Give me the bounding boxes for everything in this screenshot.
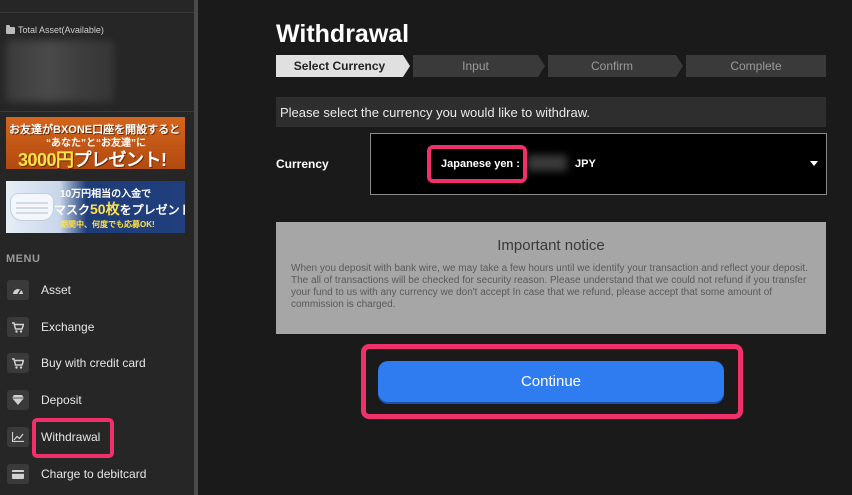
important-notice: Important notice When you deposit with b… [276,222,826,334]
currency-label: Currency [276,157,329,171]
mask-banner-line2: マスク50枚をプレゼント! [54,199,185,219]
sidebar-item-label: Asset [41,283,72,297]
chart-icon [7,427,29,447]
step-confirm: Confirm [548,55,676,77]
currency-highlight-box [427,145,527,183]
step-chevron [676,55,683,77]
mask-banner-count: 50枚 [90,201,120,217]
card-icon [7,464,29,484]
continue-button[interactable]: Continue [378,361,724,402]
step-complete: Complete [686,55,826,77]
sidebar-item-label: Exchange [41,320,95,334]
mask-icon [10,193,54,221]
mask-banner-line2c: をプレゼント! [119,203,185,217]
currency-selected-code: JPY [575,158,596,170]
step-select-currency: Select Currency [276,55,403,77]
step-chevron [538,55,545,77]
referral-suffix: プレゼント! [73,150,168,169]
speedometer-icon [7,280,29,300]
notice-title: Important notice [497,237,605,254]
sidebar-border [194,0,198,495]
sidebar-item-label: Deposit [41,393,82,407]
sidebar-item-buy-credit-card[interactable]: Buy with credit card [0,348,194,378]
referral-amount: 3000円 [18,150,74,169]
step-chevron [403,55,410,77]
total-asset-label: Total Asset(Available) [18,25,104,35]
chevron-down-icon[interactable] [810,161,818,166]
folder-icon [6,24,15,34]
referral-banner-line3: 3000円プレゼント! [18,146,167,169]
mask-banner-line3: 期間中、何度でも応募OK! [60,220,155,229]
withdrawal-highlight-box [32,418,114,458]
instruction-text: Please select the currency you would lik… [276,97,826,127]
currency-blurred-value [527,155,567,171]
page-title: Withdrawal [276,20,410,48]
sidebar-item-charge-debitcard[interactable]: Charge to debitcard [0,459,194,489]
total-asset-heading: Total Asset(Available) [6,24,104,35]
menu-title: MENU [6,253,41,265]
referral-banner[interactable]: お友達がBXONE口座を開設すると “あなた”と“お友達”に 3000円プレゼン… [6,117,185,169]
step-input: Input [413,55,538,77]
sidebar-item-label: Charge to debitcard [41,467,147,481]
cart-icon [7,317,29,337]
sidebar-item-exchange[interactable]: Exchange [0,312,194,342]
sidebar-item-label: Buy with credit card [41,356,146,370]
notice-body: When you deposit with bank wire, we may … [291,263,808,310]
sidebar-item-deposit[interactable]: Deposit [0,385,194,415]
total-asset-value-blurred [6,40,114,102]
diamond-icon [7,390,29,410]
step-progress: Select Currency Input Confirm Complete [276,55,826,77]
mask-campaign-banner[interactable]: 10万円相当の入金で マスク50枚をプレゼント! 期間中、何度でも応募OK! [6,181,185,233]
mask-banner-line1: 10万円相当の入金で [60,189,152,200]
cart-icon [7,353,29,373]
mask-banner-line2a: マスク [54,203,91,217]
sidebar-divider [0,111,194,112]
sidebar-divider [0,12,194,13]
sidebar-item-asset[interactable]: Asset [0,275,194,305]
